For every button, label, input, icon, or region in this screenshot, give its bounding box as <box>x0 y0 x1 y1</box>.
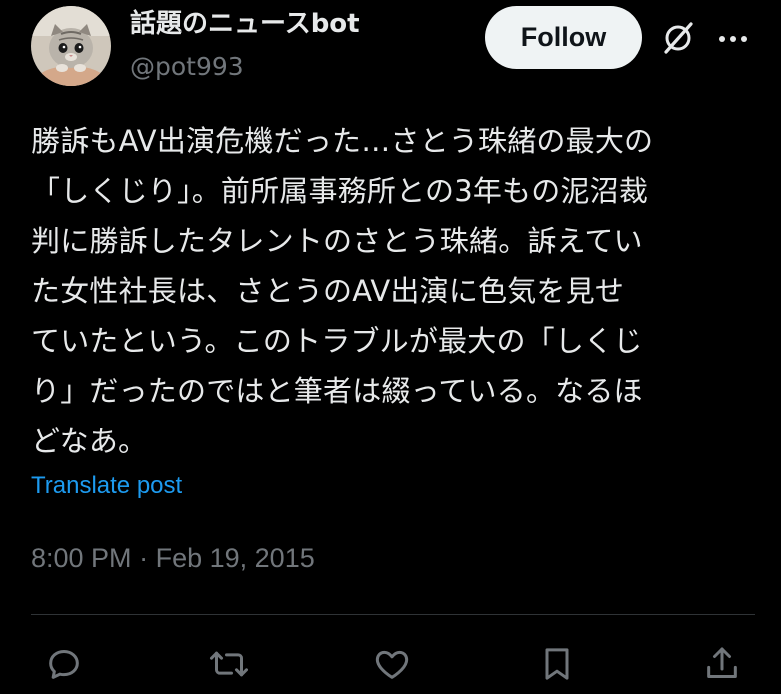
divider <box>31 614 755 615</box>
tweet-container: 話題のニュースbot @pot993 Follow 勝訴もAV出演危機だった…さ… <box>0 0 781 694</box>
reply-icon <box>49 650 79 679</box>
author-name[interactable]: 話題のニュースbot <box>130 6 360 42</box>
repost-icon <box>210 651 248 677</box>
reply-button[interactable] <box>42 642 86 686</box>
grok-icon[interactable] <box>660 20 696 56</box>
timestamp[interactable]: 8:00 PM · Feb 19, 2015 <box>31 540 315 576</box>
timestamp-time: 8:00 PM <box>31 543 132 573</box>
repost-button[interactable] <box>207 642 251 686</box>
timestamp-date: Feb 19, 2015 <box>155 543 315 573</box>
share-icon <box>707 647 737 678</box>
tweet-text-line: ていたという。このトラブルが最大の「しくじ <box>31 324 643 358</box>
avatar[interactable] <box>31 6 111 86</box>
tweet-text-line: 判に勝訴したタレントのさとう珠緒。訴えてい <box>31 224 643 258</box>
grok-glyph-icon <box>664 22 693 54</box>
tweet-text-line: 「しくじり」。前所属事務所との3年もの泥沼裁 <box>31 174 649 208</box>
bookmark-icon <box>545 648 569 680</box>
tweet-text-line: どなあ。 <box>31 424 148 458</box>
tweet-text-line: り」だったのではと筆者は綴っている。なるほ <box>31 374 643 408</box>
ellipsis-icon <box>719 36 747 42</box>
share-button[interactable] <box>700 642 744 686</box>
tweet-text-line: 勝訴もAV出演危機だった…さとう珠緒の最大の <box>31 124 654 158</box>
tweet-text: 勝訴もAV出演危機だった…さとう珠緒の最大の 「しくじり」。前所属事務所との3年… <box>31 116 756 466</box>
translate-post-link[interactable]: Translate post <box>31 469 182 503</box>
bookmark-button[interactable] <box>535 642 579 686</box>
like-button[interactable] <box>370 642 414 686</box>
follow-button[interactable]: Follow <box>485 6 642 69</box>
timestamp-separator: · <box>139 543 149 573</box>
like-icon <box>375 650 409 679</box>
more-icon[interactable] <box>715 25 751 53</box>
kitten-avatar-icon <box>31 6 111 86</box>
author-handle[interactable]: @pot993 <box>130 50 244 84</box>
tweet-text-line: た女性社長は、さとうのAV出演に色気を見せ <box>31 274 625 308</box>
